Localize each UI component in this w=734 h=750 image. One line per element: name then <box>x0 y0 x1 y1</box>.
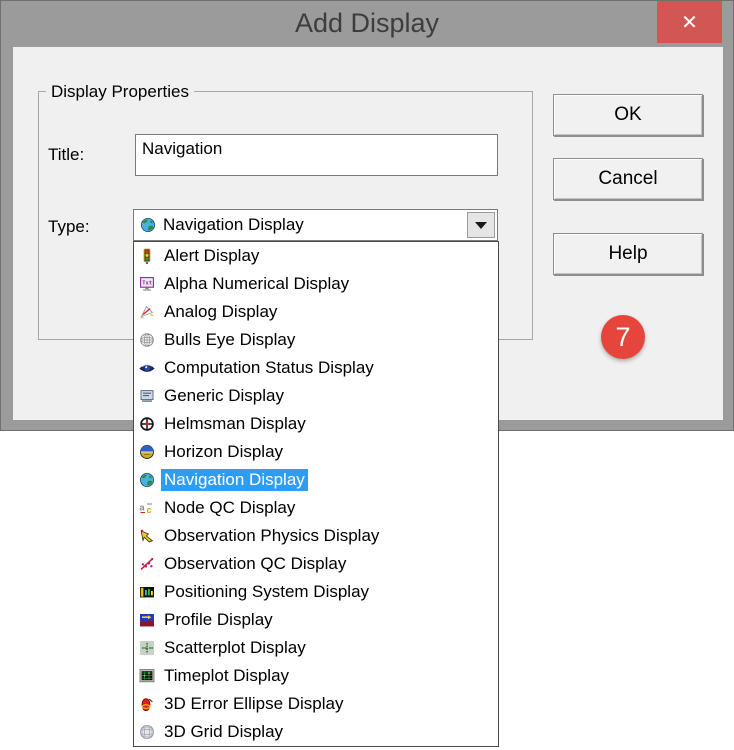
list-item[interactable]: Observation Physics Display <box>134 522 498 550</box>
title-input[interactable] <box>135 134 498 176</box>
type-combobox-value: Navigation Display <box>163 215 304 234</box>
positioning-bars-icon <box>139 584 155 600</box>
ok-button[interactable]: OK <box>553 94 703 136</box>
list-item[interactable]: 3D Grid Display <box>134 718 498 746</box>
list-item-label: Node QC Display <box>164 498 296 517</box>
close-icon: ✕ <box>681 11 698 34</box>
helm-wheel-icon <box>139 416 155 432</box>
list-item[interactable]: 3D Error Ellipse Display <box>134 690 498 718</box>
error-ellipse-icon <box>139 696 155 712</box>
timeplot-grid-icon <box>139 668 155 684</box>
annotation-step-badge: 7 <box>601 315 645 359</box>
list-item-label: Helmsman Display <box>164 414 306 433</box>
list-item-label: Positioning System Display <box>164 582 370 601</box>
grid-sphere-icon <box>139 724 155 740</box>
cancel-button[interactable]: Cancel <box>553 158 703 200</box>
help-button[interactable]: Help <box>553 233 703 275</box>
list-item[interactable]: Alert Display <box>134 242 498 270</box>
list-item[interactable]: Analog Display <box>134 298 498 326</box>
list-item[interactable]: Timeplot Display <box>134 662 498 690</box>
list-item[interactable]: Computation Status Display <box>134 354 498 382</box>
computation-eye-icon <box>139 360 155 376</box>
combobox-dropdown-button[interactable] <box>467 212 495 238</box>
list-item-label: Generic Display <box>164 386 284 405</box>
dialog-title: Add Display <box>294 8 440 38</box>
list-item[interactable]: Observation QC Display <box>134 550 498 578</box>
list-item-label: Bulls Eye Display <box>164 330 296 349</box>
alpha-monitor-icon: Txt <box>139 276 155 292</box>
list-item-label: Timeplot Display <box>164 666 290 685</box>
list-item[interactable]: Profile Display <box>134 606 498 634</box>
svg-text:Txt: Txt <box>142 281 152 287</box>
titlebar: Add Display ✕ <box>1 1 733 47</box>
list-item-label: Observation QC Display <box>164 554 347 573</box>
list-item-label: Navigation Display <box>161 469 308 491</box>
list-item[interactable]: a c Node QC Display <box>134 494 498 522</box>
svg-text:c: c <box>147 505 152 515</box>
type-label: Type: <box>48 217 90 236</box>
list-item-label: 3D Error Ellipse Display <box>164 694 344 713</box>
list-item-label: Analog Display <box>164 302 278 321</box>
list-item-label: Horizon Display <box>164 442 284 461</box>
globe-icon <box>139 472 155 488</box>
list-item[interactable]: Bulls Eye Display <box>134 326 498 354</box>
list-item-label: Alert Display <box>164 246 260 265</box>
chevron-down-icon <box>475 221 487 229</box>
bullseye-icon <box>139 332 155 348</box>
list-item-label: Profile Display <box>164 610 273 629</box>
list-item[interactable]: Generic Display <box>134 382 498 410</box>
close-button[interactable]: ✕ <box>657 1 722 43</box>
traffic-light-icon <box>139 248 155 264</box>
list-item[interactable]: Scatterplot Display <box>134 634 498 662</box>
profile-area-icon <box>139 612 155 628</box>
list-item-label: 3D Grid Display <box>164 722 284 741</box>
list-item-label: Alpha Numerical Display <box>164 274 350 293</box>
globe-icon <box>140 217 156 233</box>
type-dropdown-list[interactable]: Alert Display Txt Alpha Numerical Display A… <box>133 241 499 747</box>
generic-monitor-icon <box>139 388 155 404</box>
list-item[interactable]: Txt Alpha Numerical Display <box>134 270 498 298</box>
physics-hand-icon <box>139 528 155 544</box>
analog-gauge-icon <box>139 304 155 320</box>
list-item[interactable]: Navigation Display <box>134 466 498 494</box>
list-item[interactable]: Positioning System Display <box>134 578 498 606</box>
type-combobox[interactable]: Navigation Display <box>133 209 498 241</box>
svg-text:a: a <box>140 503 146 513</box>
scatterplot-icon <box>139 640 155 656</box>
list-item-label: Scatterplot Display <box>164 638 306 657</box>
list-item[interactable]: Helmsman Display <box>134 410 498 438</box>
list-item-label: Computation Status Display <box>164 358 374 377</box>
horizon-icon <box>139 444 155 460</box>
title-label: Title: <box>48 145 85 164</box>
list-item-label: Observation Physics Display <box>164 526 380 545</box>
observation-qc-icon <box>139 556 155 572</box>
list-item[interactable]: Horizon Display <box>134 438 498 466</box>
group-legend: Display Properties <box>46 82 194 102</box>
node-qc-icon: ac <box>139 500 155 516</box>
